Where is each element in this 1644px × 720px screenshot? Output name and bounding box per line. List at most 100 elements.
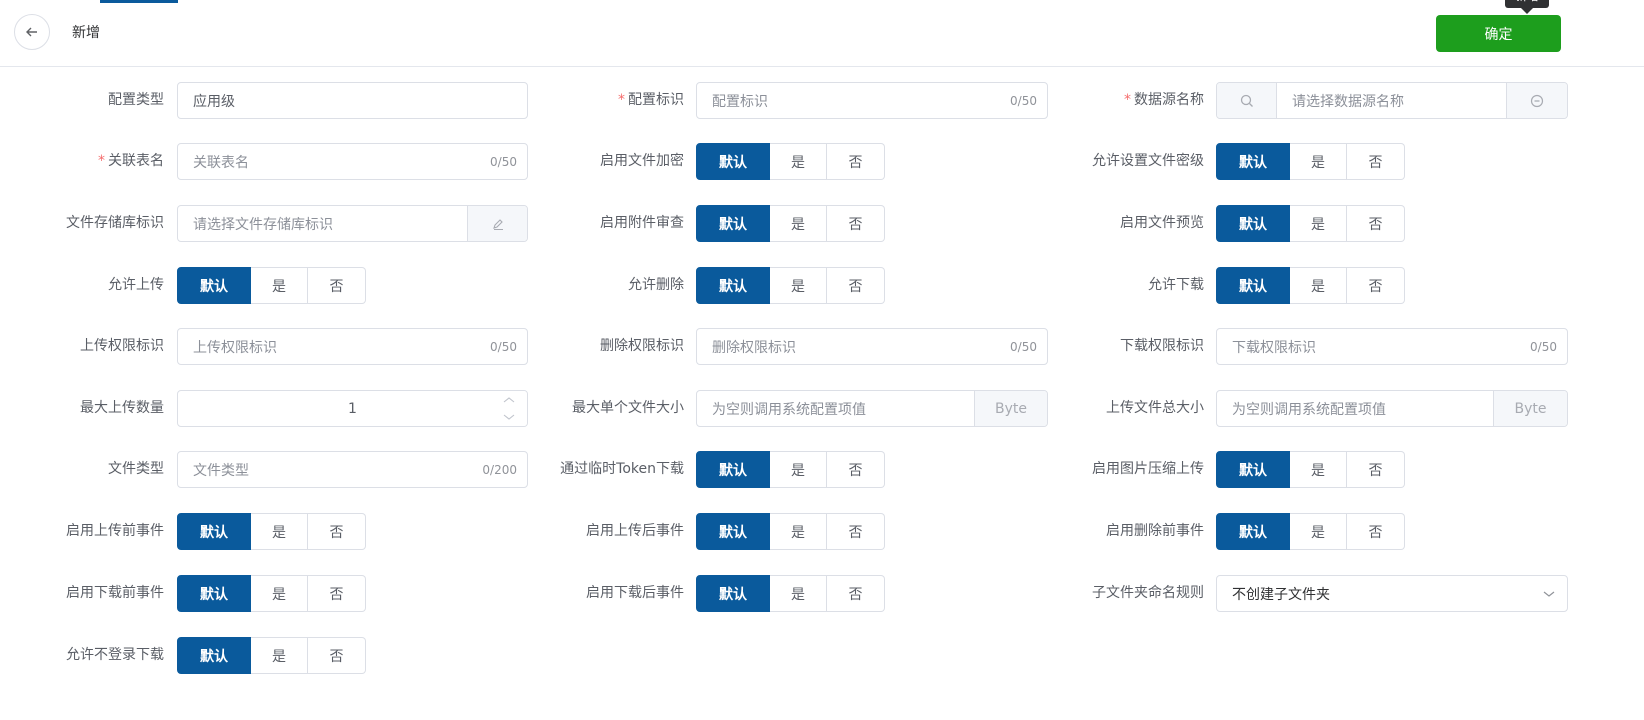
option-no[interactable]: 否 — [1347, 205, 1405, 242]
subfolder-rule-select[interactable]: 不创建子文件夹 — [1216, 575, 1568, 612]
option-yes[interactable]: 是 — [770, 267, 827, 304]
option-default[interactable]: 默认 — [1216, 513, 1290, 550]
enable-preview-label: 启用文件预览 — [1120, 215, 1204, 231]
option-yes[interactable]: 是 — [770, 143, 827, 180]
increment-button[interactable] — [490, 391, 527, 409]
allow-upload-toggle[interactable]: 默认是否 — [177, 267, 366, 304]
option-yes[interactable]: 是 — [251, 513, 308, 550]
option-no[interactable]: 否 — [308, 513, 366, 550]
upload-perm-input[interactable]: 上传权限标识 0/50 — [177, 328, 528, 365]
option-yes[interactable]: 是 — [770, 205, 827, 242]
option-default[interactable]: 默认 — [177, 637, 251, 674]
option-no[interactable]: 否 — [1347, 267, 1405, 304]
before-upload-event-toggle[interactable]: 默认是否 — [177, 513, 366, 550]
config-id-input[interactable]: 配置标识 0/50 — [696, 82, 1048, 119]
option-yes[interactable]: 是 — [251, 575, 308, 612]
storage-id-input[interactable]: 请选择文件存储库标识 — [177, 205, 528, 242]
option-no[interactable]: 否 — [827, 575, 885, 612]
option-default[interactable]: 默认 — [696, 513, 770, 550]
option-default[interactable]: 默认 — [177, 513, 251, 550]
option-default[interactable]: 默认 — [1216, 451, 1290, 488]
allow-delete-label: 允许删除 — [628, 277, 684, 293]
option-no[interactable]: 否 — [1347, 451, 1405, 488]
option-yes[interactable]: 是 — [1290, 143, 1347, 180]
page-title: 新增 — [72, 25, 100, 41]
config-type-label: 配置类型 — [108, 92, 164, 108]
file-type-input[interactable]: 文件类型 0/200 — [177, 451, 528, 488]
byte-unit: Byte — [974, 391, 1047, 426]
option-default[interactable]: 默认 — [1216, 205, 1290, 242]
image-compress-toggle[interactable]: 默认是否 — [1216, 451, 1405, 488]
enable-preview-toggle[interactable]: 默认是否 — [1216, 205, 1405, 242]
chevron-down-icon — [1543, 591, 1555, 597]
option-yes[interactable]: 是 — [1290, 513, 1347, 550]
option-yes[interactable]: 是 — [770, 451, 827, 488]
download-perm-label: 下载权限标识 — [1120, 338, 1204, 354]
allow-secret-level-toggle[interactable]: 默认是否 — [1216, 143, 1405, 180]
datasource-search-button[interactable] — [1217, 83, 1277, 118]
option-yes[interactable]: 是 — [251, 267, 308, 304]
download-perm-input[interactable]: 下载权限标识 0/50 — [1216, 328, 1568, 365]
max-upload-count-stepper[interactable]: 1 — [177, 390, 528, 427]
option-no[interactable]: 否 — [827, 267, 885, 304]
config-id-label: * 配置标识 — [618, 92, 684, 108]
option-no[interactable]: 否 — [1347, 513, 1405, 550]
option-default[interactable]: 默认 — [177, 267, 251, 304]
option-yes[interactable]: 是 — [770, 575, 827, 612]
allow-delete-toggle[interactable]: 默认是否 — [696, 267, 885, 304]
option-yes[interactable]: 是 — [1290, 205, 1347, 242]
max-upload-count-label: 最大上传数量 — [80, 400, 164, 416]
option-no[interactable]: 否 — [827, 513, 885, 550]
option-default[interactable]: 默认 — [696, 267, 770, 304]
allow-anon-download-toggle[interactable]: 默认是否 — [177, 637, 366, 674]
enable-attach-review-toggle[interactable]: 默认是否 — [696, 205, 885, 242]
option-yes[interactable]: 是 — [251, 637, 308, 674]
allow-secret-level-label: 允许设置文件密级 — [1092, 153, 1204, 169]
datasource-input[interactable]: 请选择数据源名称 — [1216, 82, 1568, 119]
decrement-button[interactable] — [490, 408, 527, 426]
enable-attach-review-label: 启用附件审查 — [600, 215, 684, 231]
allow-download-label: 允许下载 — [1148, 277, 1204, 293]
storage-edit-button[interactable] — [467, 206, 527, 241]
delete-perm-label: 删除权限标识 — [600, 338, 684, 354]
option-no[interactable]: 否 — [308, 267, 366, 304]
datasource-clear-button[interactable] — [1506, 83, 1567, 118]
temp-token-download-toggle[interactable]: 默认是否 — [696, 451, 885, 488]
active-tab-indicator — [100, 0, 178, 3]
option-no[interactable]: 否 — [827, 451, 885, 488]
option-no[interactable]: 否 — [308, 637, 366, 674]
after-download-event-toggle[interactable]: 默认是否 — [696, 575, 885, 612]
delete-perm-input[interactable]: 删除权限标识 0/50 — [696, 328, 1048, 365]
max-file-size-input[interactable]: 为空则调用系统配置项值 Byte — [696, 390, 1048, 427]
option-default[interactable]: 默认 — [177, 575, 251, 612]
table-name-input[interactable]: 关联表名 0/50 — [177, 143, 528, 180]
option-no[interactable]: 否 — [308, 575, 366, 612]
stepper-controls — [490, 391, 527, 426]
byte-unit: Byte — [1493, 391, 1567, 426]
option-yes[interactable]: 是 — [1290, 451, 1347, 488]
before-download-event-toggle[interactable]: 默认是否 — [177, 575, 366, 612]
confirm-button[interactable]: 确定 — [1436, 15, 1561, 52]
option-default[interactable]: 默认 — [696, 143, 770, 180]
chevron-up-icon — [503, 397, 514, 403]
option-default[interactable]: 默认 — [1216, 143, 1290, 180]
option-no[interactable]: 否 — [1347, 143, 1405, 180]
before-delete-event-toggle[interactable]: 默认是否 — [1216, 513, 1405, 550]
edit-icon — [492, 218, 503, 230]
back-button[interactable] — [14, 14, 50, 50]
allow-download-toggle[interactable]: 默认是否 — [1216, 267, 1405, 304]
option-default[interactable]: 默认 — [696, 205, 770, 242]
enable-encrypt-toggle[interactable]: 默认是否 — [696, 143, 885, 180]
option-default[interactable]: 默认 — [696, 451, 770, 488]
option-yes[interactable]: 是 — [770, 513, 827, 550]
option-yes[interactable]: 是 — [1290, 267, 1347, 304]
option-default[interactable]: 默认 — [696, 575, 770, 612]
option-no[interactable]: 否 — [827, 205, 885, 242]
config-type-input[interactable]: 应用级 — [177, 82, 528, 119]
total-file-size-label: 上传文件总大小 — [1106, 400, 1204, 416]
option-default[interactable]: 默认 — [1216, 267, 1290, 304]
option-no[interactable]: 否 — [827, 143, 885, 180]
max-file-size-label: 最大单个文件大小 — [572, 400, 684, 416]
after-upload-event-toggle[interactable]: 默认是否 — [696, 513, 885, 550]
total-file-size-input[interactable]: 为空则调用系统配置项值 Byte — [1216, 390, 1568, 427]
